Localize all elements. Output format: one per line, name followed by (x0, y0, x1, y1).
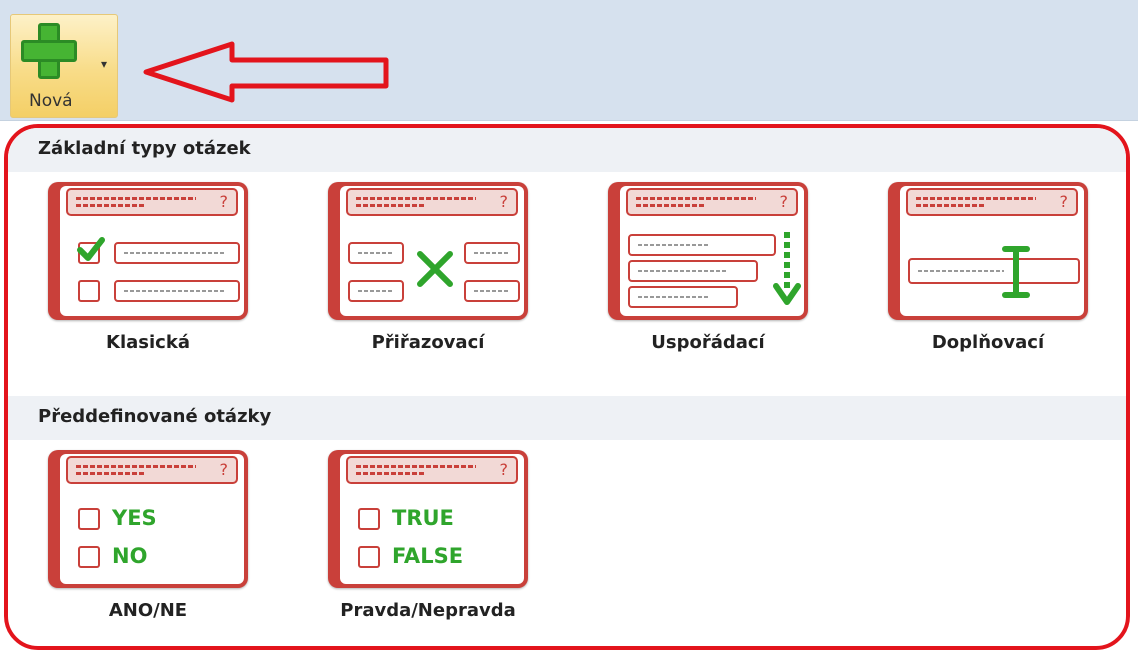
fill-in-question-icon: ? (888, 182, 1088, 320)
red-arrow-annotation (143, 41, 389, 103)
yes-no-question-icon: ? YES NO (48, 450, 248, 588)
new-button[interactable]: ▾ Nová (10, 14, 118, 118)
option-text: YES (112, 506, 157, 530)
caret-down-icon[interactable]: ▾ (101, 57, 107, 71)
section-title: Základní typy otázek (38, 138, 251, 159)
tile-label: Doplňovací (931, 332, 1045, 353)
ordering-question-icon: ? (608, 182, 808, 320)
tile-label: Uspořádací (651, 332, 765, 353)
plus-icon (21, 23, 77, 79)
tile-label: Přiřazovací (371, 332, 485, 353)
option-text: FALSE (392, 544, 464, 568)
tile-label: ANO/NE (108, 600, 188, 621)
question-type-gallery: Základní typy otázek ? Klasická ? Přiřaz… (4, 124, 1130, 650)
section-title: Předdefinované otázky (38, 406, 272, 427)
option-text: NO (112, 544, 148, 568)
tile-label: Klasická (106, 332, 190, 353)
section-header-predefined: Předdefinované otázky (8, 396, 1126, 440)
true-false-question-icon: ? TRUE FALSE (328, 450, 528, 588)
new-button-label: Nová (29, 91, 73, 111)
ribbon-bar: ▾ Nová (0, 0, 1138, 121)
matching-question-icon: ? (328, 182, 528, 320)
option-text: TRUE (392, 506, 454, 530)
classic-question-icon: ? (48, 182, 248, 320)
section-header-basic: Základní typy otázek (8, 128, 1126, 172)
tile-label: Pravda/Nepravda (340, 600, 516, 621)
